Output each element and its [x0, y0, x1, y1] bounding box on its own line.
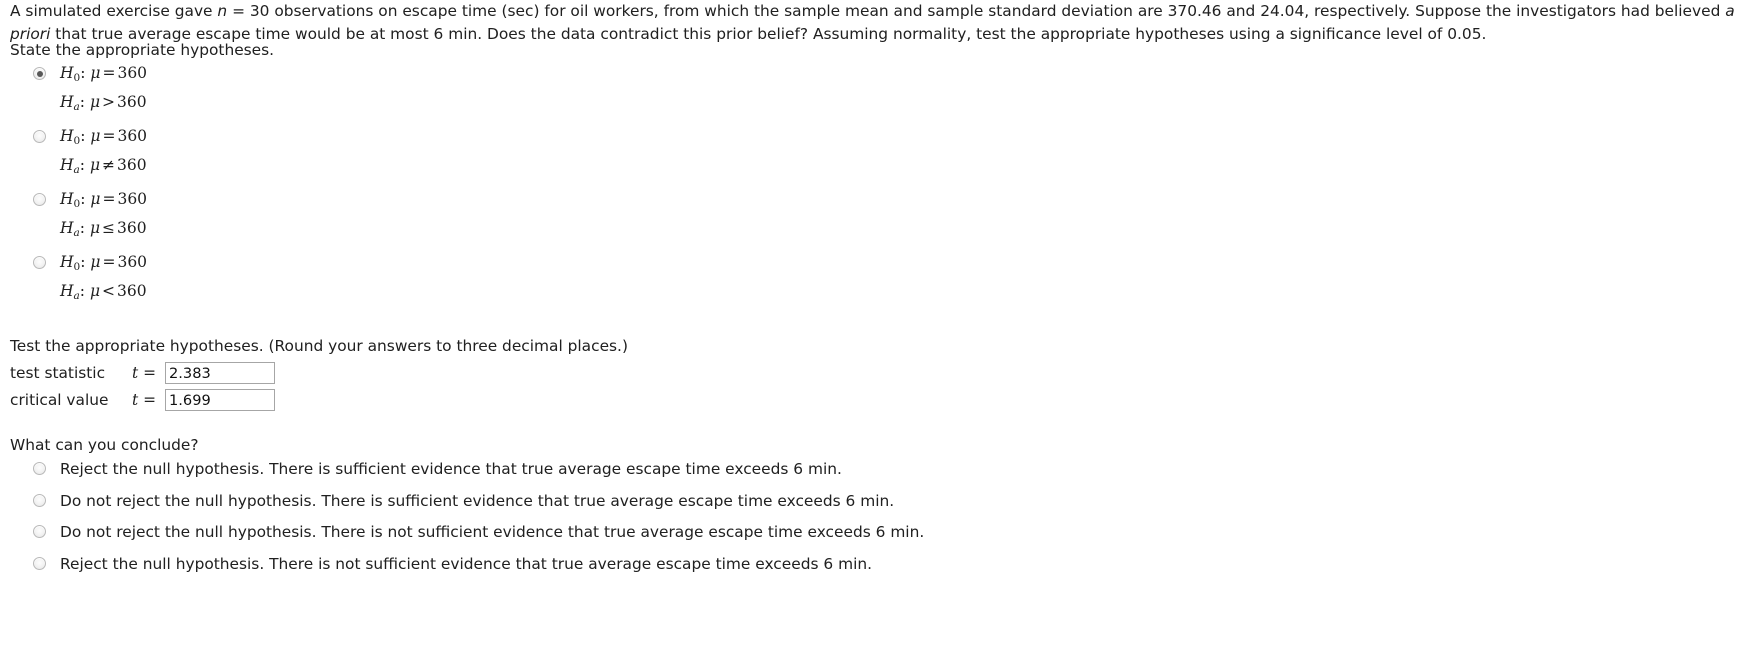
hypothesis-option-3-labels: H0: μ = 360 Ha: μ ≤360 [60, 186, 147, 244]
critical-value-label: critical value [10, 391, 109, 409]
problem-text-part2: = 30 observations on escape time (sec) f… [227, 2, 1726, 20]
test-statistic-label: test statistic [10, 364, 106, 382]
radio-hypothesis-1[interactable] [33, 67, 46, 80]
alt-hypothesis-line-3: Ha: μ ≤360 [60, 219, 147, 239]
conclusion-option-4-label: Reject the null hypothesis. There is not… [60, 555, 872, 574]
radio-hypothesis-4[interactable] [33, 256, 46, 269]
alt-hypothesis-line-2: Ha: μ ≠ 360 [60, 156, 147, 176]
conclusion-option-2-label: Do not reject the null hypothesis. There… [60, 491, 895, 510]
conclusion-heading: What can you conclude? [10, 436, 199, 454]
conclusion-option-1-label: Reject the null hypothesis. There is suf… [60, 460, 842, 478]
null-hypothesis-line-2: H0: μ = 360 [60, 127, 148, 147]
test-statistic-input[interactable] [165, 362, 275, 384]
radio-hypothesis-3[interactable] [33, 193, 46, 206]
hypothesis-option-1-labels: H0: μ = 360 Ha: μ >360 [60, 60, 147, 118]
conclusion-option-3-label: Do not reject the null hypothesis. There… [60, 523, 925, 542]
radio-conclusion-2[interactable] [33, 493, 46, 507]
variable-n: n [217, 2, 228, 20]
state-hypotheses-instruction: State the appropriate hypotheses. [10, 41, 275, 59]
test-section-heading: Test the appropriate hypotheses. (Round … [10, 337, 628, 355]
problem-statement: A simulated exercise gave n = 30 observa… [10, 0, 1750, 45]
radio-conclusion-1[interactable] [33, 462, 46, 475]
exercise-page: A simulated exercise gave n = 30 observa… [0, 0, 1756, 669]
alt-hypothesis-line-4: Ha: μ <360 [60, 282, 147, 302]
null-hypothesis-line-3: H0: μ = 360 [60, 190, 148, 210]
hypothesis-option-4-labels: H0: μ = 360 Ha: μ <360 [60, 249, 147, 307]
radio-conclusion-4[interactable] [33, 557, 46, 571]
hypothesis-option-2-labels: H0: μ = 360 Ha: μ ≠ 360 [60, 123, 147, 181]
problem-text-part3: that true average escape time would be a… [50, 24, 1487, 43]
critical-value-input[interactable] [165, 389, 275, 411]
radio-conclusion-3[interactable] [33, 525, 46, 539]
null-hypothesis-line-4: H0: μ = 360 [60, 253, 148, 273]
null-hypothesis-line-1: H0: μ = 360 [60, 64, 148, 84]
critical-value-equation-label: t = [132, 391, 156, 409]
problem-text-part1: A simulated exercise gave [10, 2, 218, 20]
radio-hypothesis-2[interactable] [33, 130, 46, 143]
test-statistic-equation-label: t = [132, 364, 156, 382]
alt-hypothesis-line-1: Ha: μ >360 [60, 93, 147, 113]
